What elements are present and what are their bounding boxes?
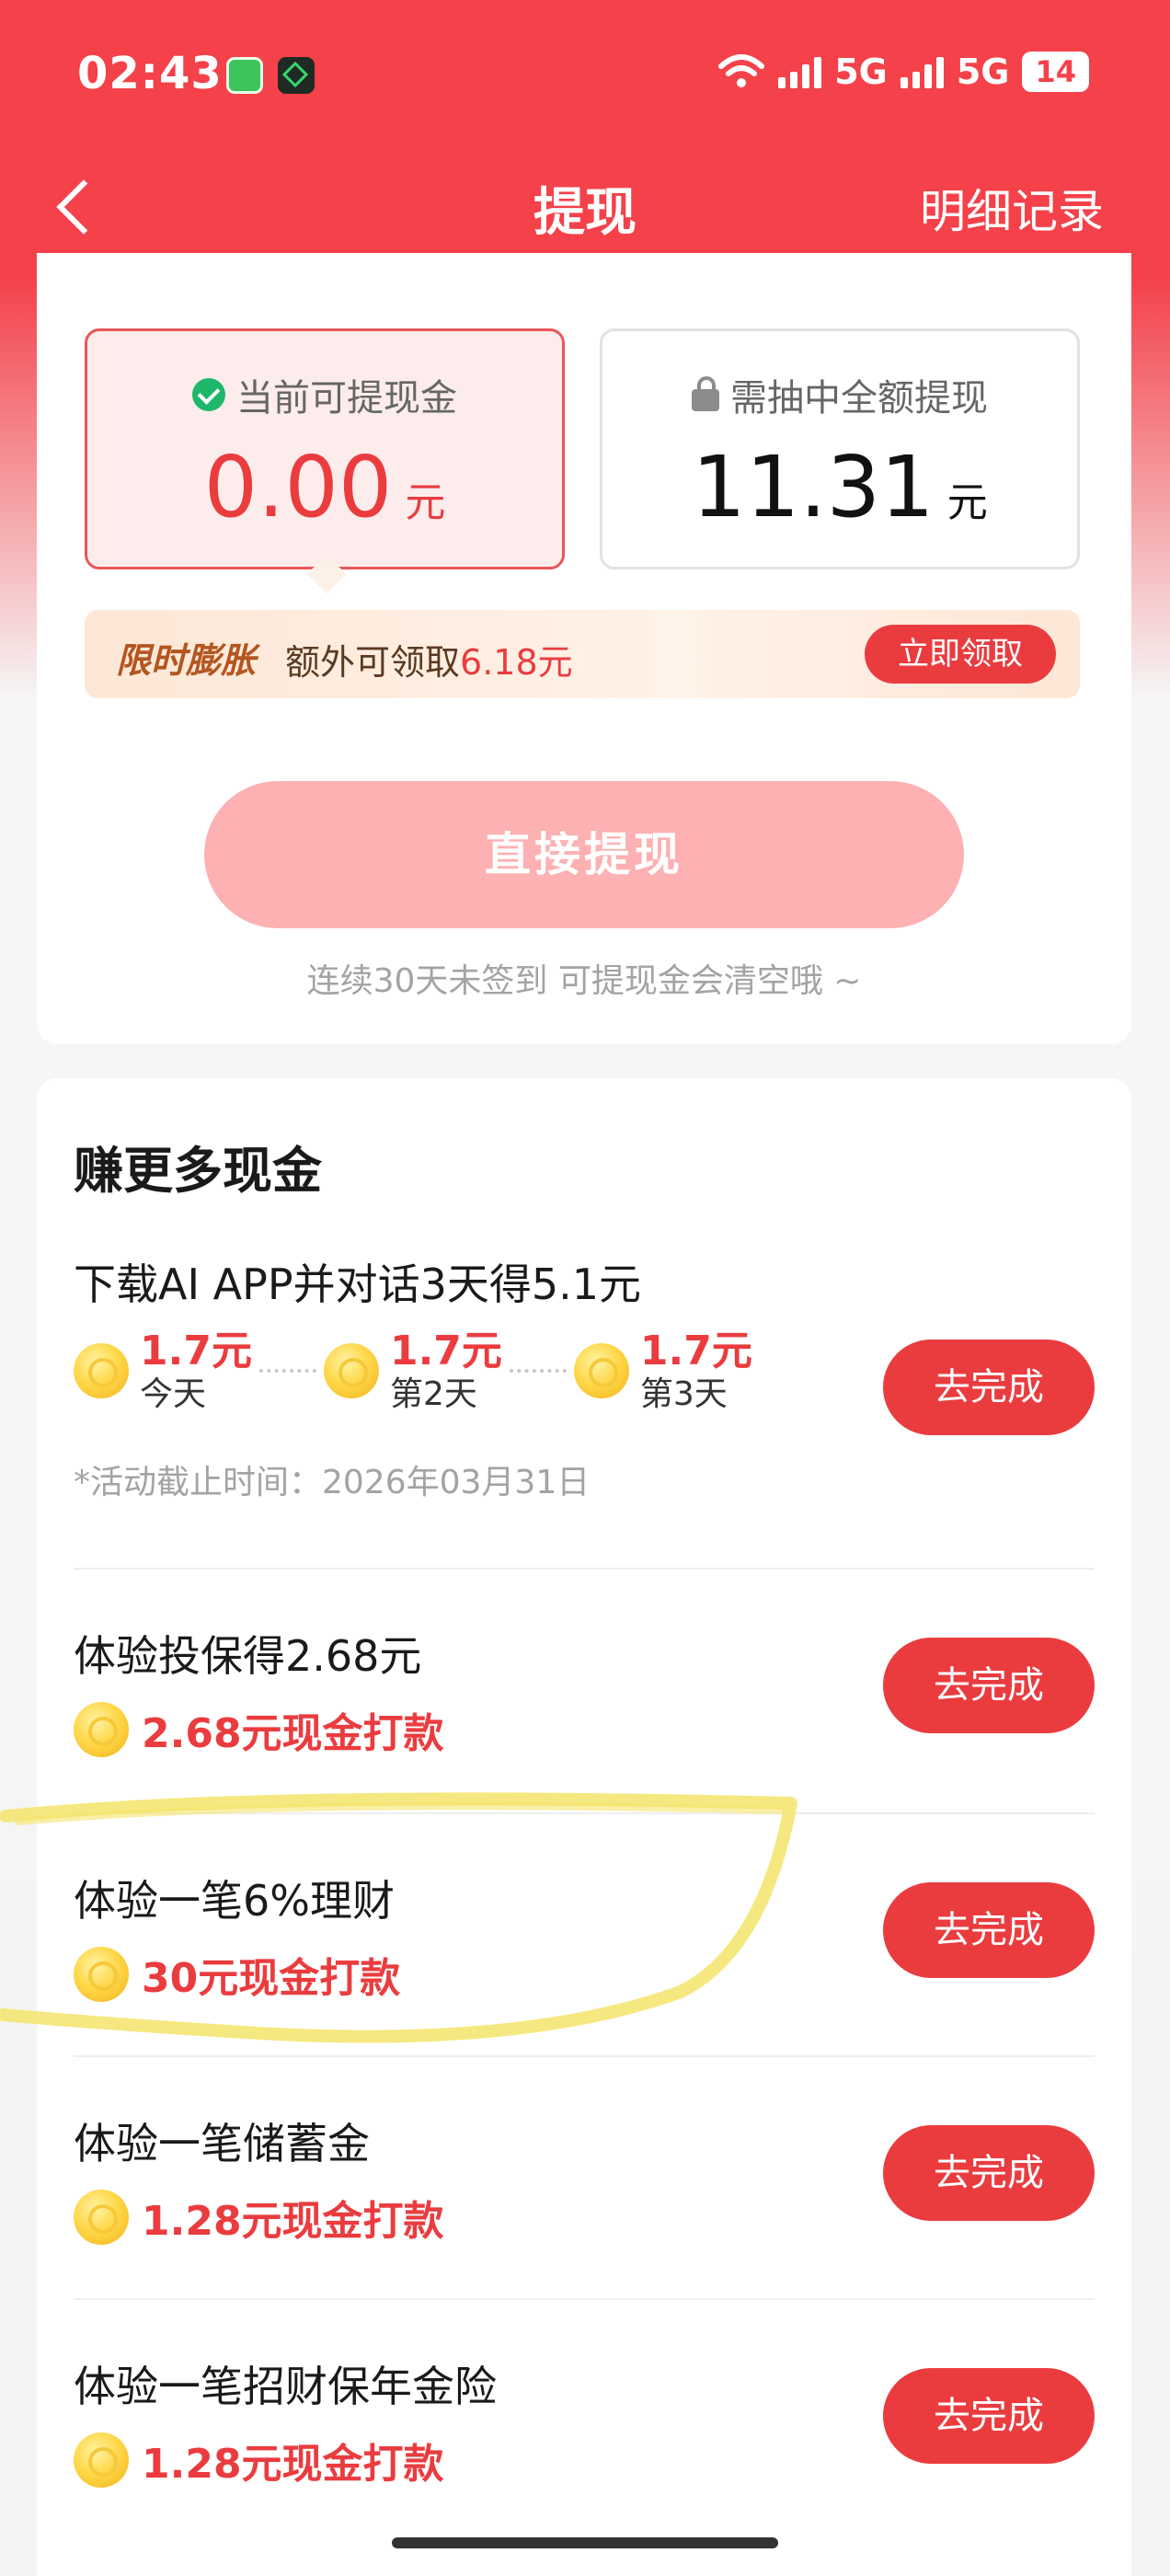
withdraw-card: 当前可提现金 0.00 元 需抽中全额提现 11.31 元 限时膨胀 额外可领取6.… (37, 253, 1131, 1044)
coin-icon (573, 1342, 629, 1398)
promo-tag: 限时膨胀 (116, 640, 257, 681)
status-indicators: 5G 5G 14 (717, 52, 1089, 92)
status-time: 02:43 (77, 48, 223, 99)
available-amount: 0.00 (203, 438, 393, 536)
task-reward: 30元现金打款 (74, 1945, 400, 2004)
go-complete-button[interactable]: 去完成 (883, 1882, 1095, 1978)
divider (74, 2055, 1095, 2057)
task-name: 体验一笔储蓄金 (74, 2119, 370, 2168)
task-name: 下载AI APP并对话3天得5.1元 (74, 1259, 642, 1309)
go-complete-button[interactable]: 去完成 (883, 1638, 1095, 1733)
section-title: 赚更多现金 (72, 1130, 326, 1206)
task-reward: 1.28元现金打款 (74, 2188, 444, 2247)
day-reward: 1.7元 今天 (74, 1328, 252, 1413)
task-item: 体验一笔6%理财 30元现金打款 去完成 (74, 1868, 1095, 2006)
task-item: 体验投保得2.68元 2.68元现金打款 去完成 (74, 1623, 1095, 1761)
status-bar: 02:43 5G 5G 14 (0, 0, 1170, 147)
day-reward: 1.7元 第3天 (573, 1328, 752, 1413)
coin-icon (74, 1702, 129, 1757)
available-amount-row: 0.00 元 (87, 442, 562, 549)
reward-text: 2.68元现金打款 (142, 1710, 444, 1757)
task-item: 下载AI APP并对话3天得5.1元 1.7元 今天 1.7元 第2天 1.7元 第3… (74, 1251, 1095, 1527)
day-value: 1.7元 (140, 1328, 252, 1374)
promo-amount: 6.18元 (460, 642, 573, 683)
coin-icon (74, 2190, 129, 2245)
coin-icon (74, 1947, 129, 2002)
locked-balance-box[interactable]: 需抽中全额提现 11.31 元 (600, 328, 1080, 569)
day-label: 第2天 (389, 1374, 477, 1413)
day-reward: 1.7元 第2天 (323, 1328, 502, 1413)
task-name: 体验一笔6%理财 (74, 1876, 395, 1926)
available-unit: 元 (405, 479, 446, 526)
home-indicator[interactable] (392, 2537, 778, 2548)
dots-separator (258, 1368, 316, 1373)
go-complete-button[interactable]: 去完成 (883, 2368, 1095, 2464)
messages-app-icon (226, 57, 263, 94)
day-value: 1.7元 (389, 1328, 502, 1374)
earn-more-card: 赚更多现金 下载AI APP并对话3天得5.1元 1.7元 今天 1.7元 第2天 … (37, 1078, 1131, 2576)
network-label-1: 5G (834, 52, 888, 92)
task-reward: 1.28元现金打款 (74, 2431, 444, 2490)
dots-separator (509, 1368, 567, 1373)
day-label: 第3天 (639, 1374, 728, 1413)
locked-amount-row: 11.31 元 (602, 442, 1077, 549)
reward-text: 30元现金打款 (142, 1955, 401, 2002)
locked-label: 需抽中全额提现 (730, 377, 988, 420)
reward-text: 1.28元现金打款 (142, 2441, 444, 2488)
task-item: 体验一笔招财保年金险 1.28元现金打款 去完成 (74, 2353, 1095, 2491)
claim-now-button[interactable]: 立即领取 (865, 625, 1056, 684)
signal-icon-2 (900, 55, 944, 88)
withdraw-button[interactable]: 直接提现 (204, 781, 964, 928)
task-name: 体验投保得2.68元 (74, 1631, 422, 1681)
signal-icon (778, 55, 822, 88)
task-item: 体验一笔储蓄金 1.28元现金打款 去完成 (74, 2110, 1095, 2248)
go-complete-button[interactable]: 去完成 (883, 2125, 1095, 2221)
coin-icon (74, 1342, 129, 1398)
available-label-row: 当前可提现金 (87, 368, 562, 421)
day-label: 今天 (140, 1374, 207, 1413)
check-circle-icon (192, 378, 225, 411)
withdraw-hint: 连续30天未签到 可提现金会清空哦 ~ (306, 962, 862, 1000)
divider (74, 2298, 1095, 2300)
divider (74, 1812, 1095, 1814)
day-value: 1.7元 (639, 1328, 752, 1374)
app-notification-icon (278, 57, 315, 94)
reward-text: 1.28元现金打款 (142, 2198, 444, 2245)
network-label-2: 5G (956, 52, 1010, 92)
locked-label-row: 需抽中全额提现 (602, 368, 1077, 421)
task-reward: 2.68元现金打款 (74, 1700, 444, 1759)
coin-icon (74, 2432, 129, 2488)
promo-text: 额外可领取6.18元 (285, 634, 573, 684)
nav-header: 提现 明细记录 (0, 147, 1170, 267)
locked-amount: 11.31 (692, 438, 935, 536)
wifi-icon (718, 54, 765, 87)
detail-records-link[interactable]: 明细记录 (920, 175, 1104, 241)
battery-indicator: 14 (1022, 52, 1089, 92)
promo-text-prefix: 额外可领取 (285, 642, 461, 683)
locked-unit: 元 (946, 479, 988, 526)
available-balance-box[interactable]: 当前可提现金 0.00 元 (85, 328, 565, 569)
promo-banner: 限时膨胀 额外可领取6.18元 立即领取 (85, 610, 1080, 698)
daily-rewards: 1.7元 今天 1.7元 第2天 1.7元 第3天 (74, 1328, 752, 1413)
lock-icon (692, 376, 719, 411)
available-label: 当前可提现金 (236, 377, 457, 420)
task-deadline: *活动截止时间：2026年03月31日 (74, 1464, 591, 1501)
coin-icon (323, 1342, 379, 1398)
go-complete-button[interactable]: 去完成 (883, 1340, 1095, 1435)
divider (74, 1568, 1095, 1570)
task-name: 体验一笔招财保年金险 (74, 2362, 497, 2411)
